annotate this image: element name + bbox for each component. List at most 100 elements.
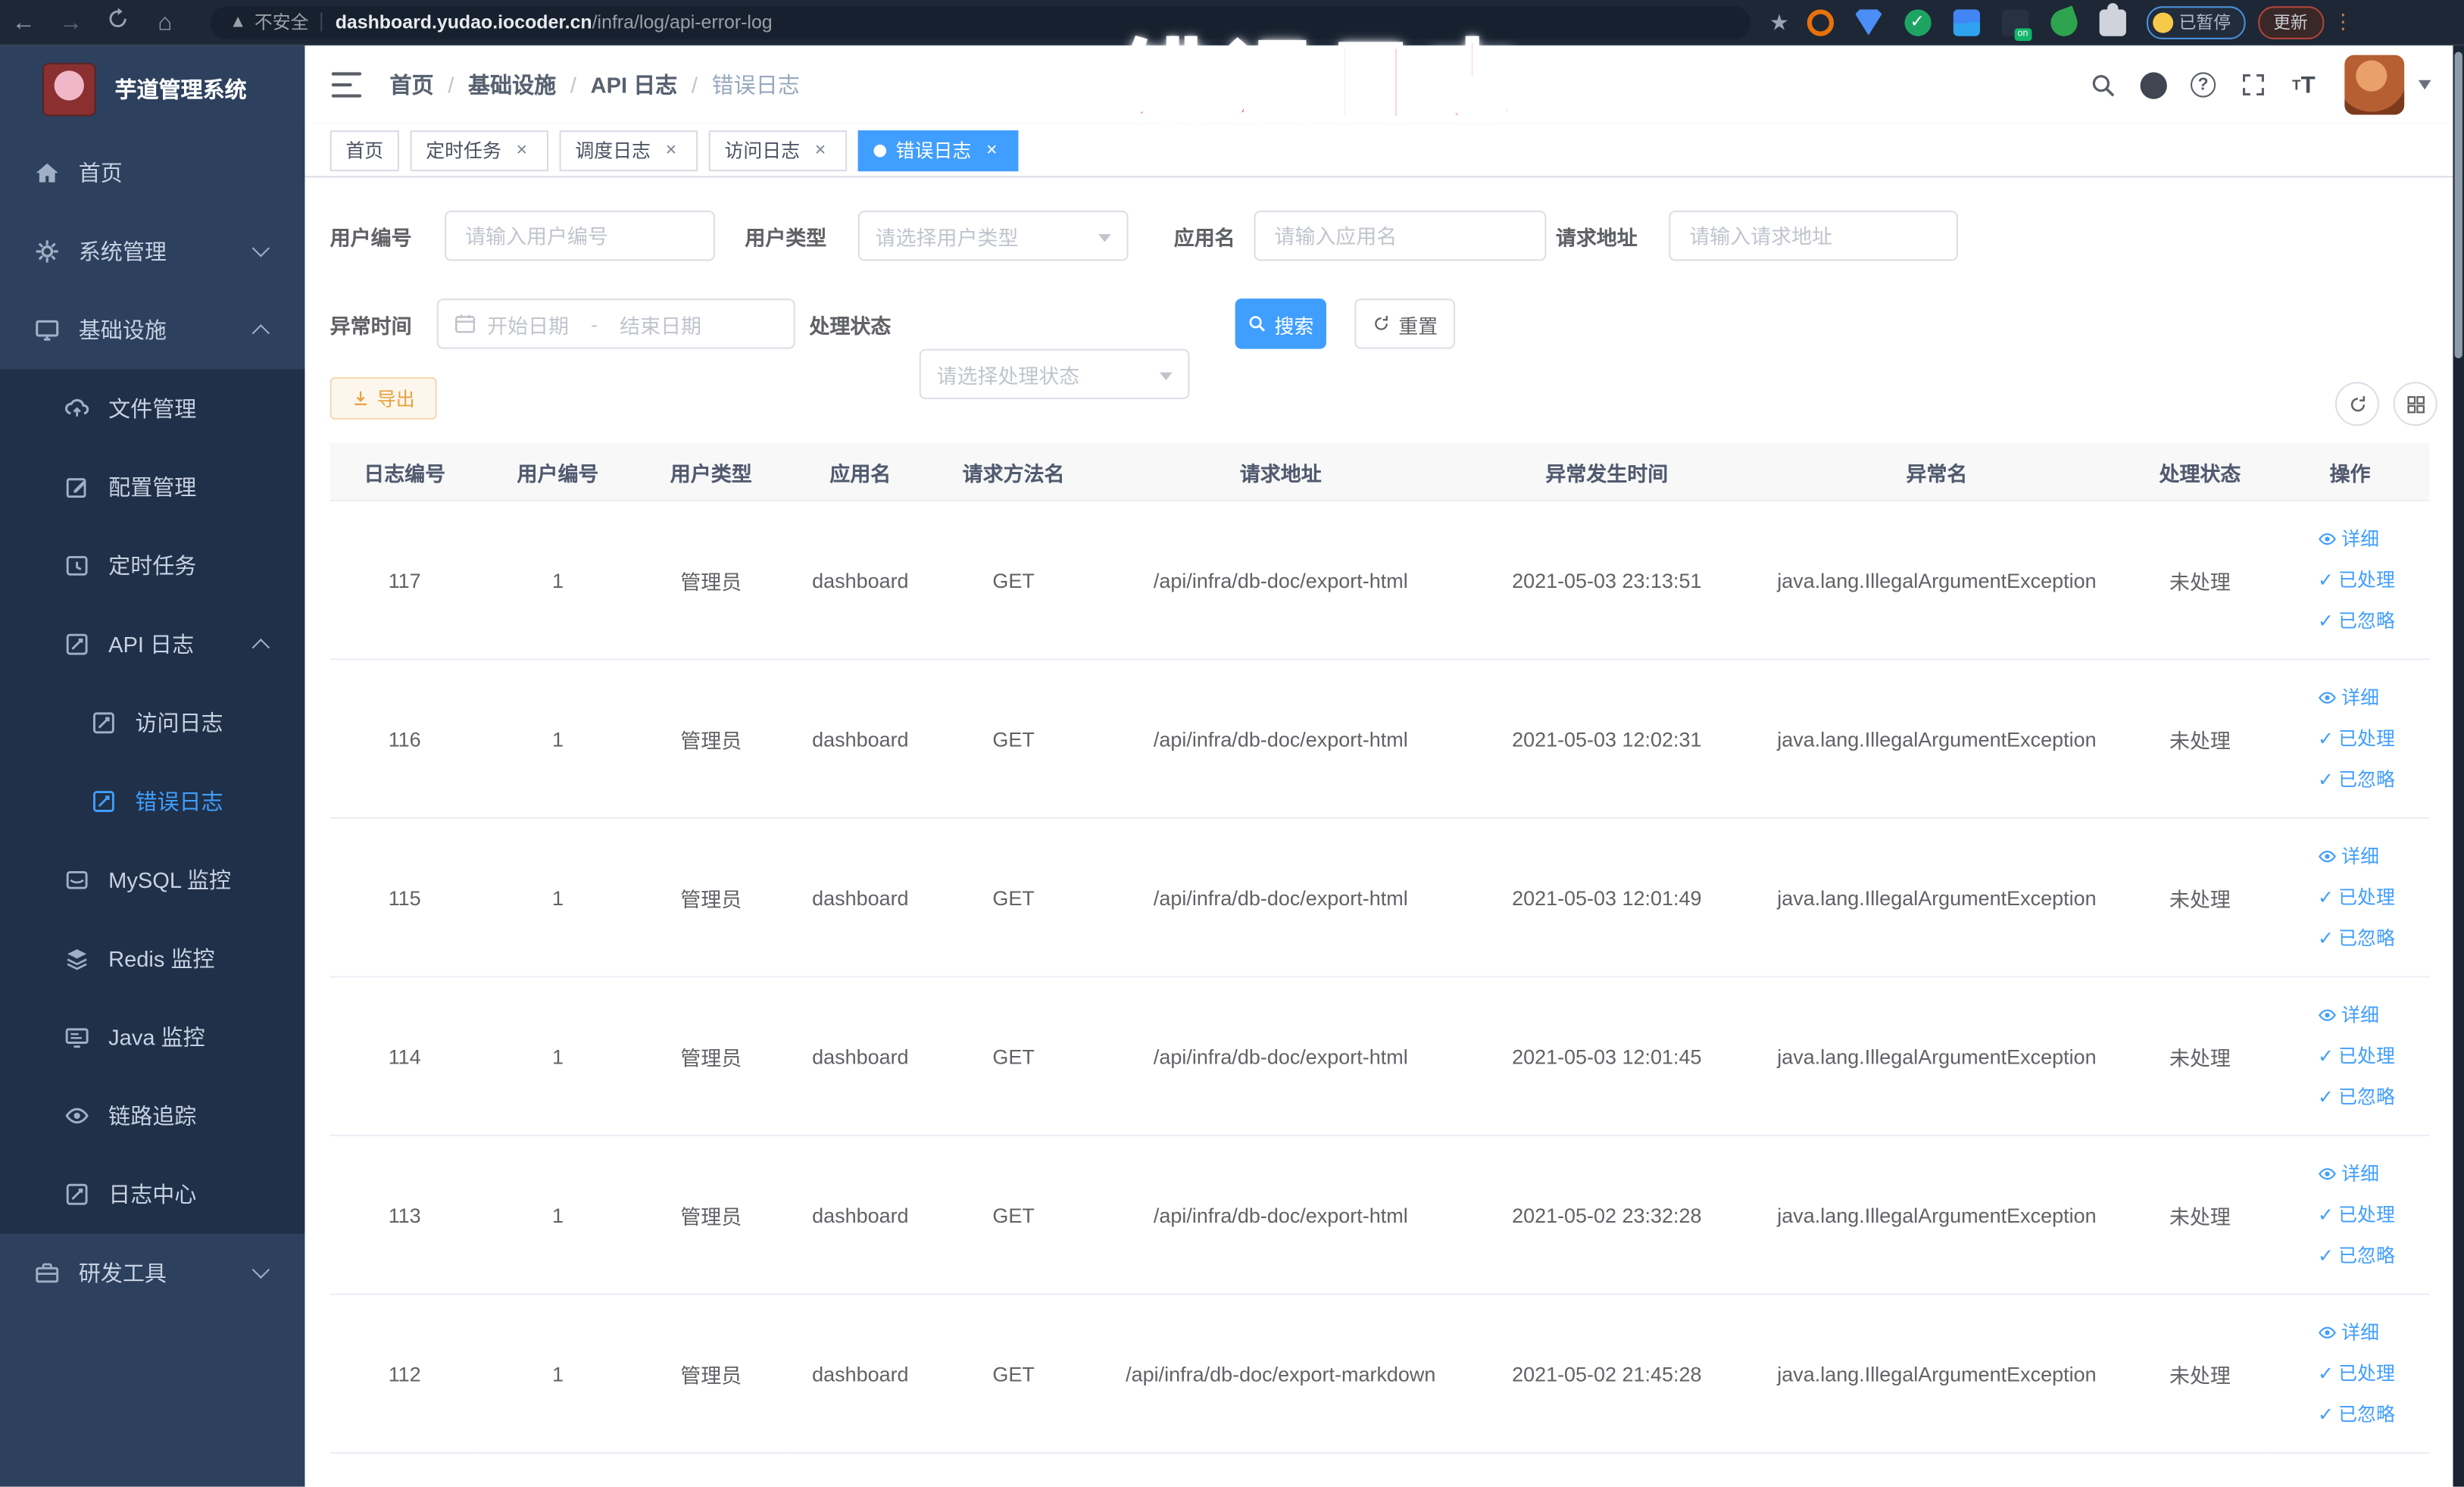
sidebar-item-api-log[interactable]: API 日志: [0, 605, 304, 684]
refresh-table-button[interactable]: [2334, 382, 2379, 426]
detail-link[interactable]: 详细: [2277, 519, 2423, 560]
search-icon[interactable]: [2085, 67, 2120, 102]
ignored-link[interactable]: ✓ 已忽略: [2277, 1076, 2423, 1117]
reset-button[interactable]: 重置: [1354, 298, 1456, 349]
cell-request-url: /api/infra/db-doc/export-html: [1091, 500, 1469, 661]
sidebar-item-error-log[interactable]: 错误日志: [0, 762, 304, 841]
check-icon: ✓: [2318, 1245, 2334, 1267]
address-bar[interactable]: ▲ 不安全 dashboard.yudao.iocoder.cn /infra/…: [210, 5, 1751, 39]
user-id-input[interactable]: [445, 210, 715, 261]
user-id-label: 用户编号: [329, 225, 412, 249]
browser-update-button[interactable]: 更新: [2257, 5, 2324, 39]
ignored-link[interactable]: ✓ 已忽略: [2277, 1236, 2423, 1276]
breadcrumb-api-log[interactable]: API 日志: [591, 69, 678, 100]
processed-link[interactable]: ✓ 已处理: [2277, 718, 2423, 759]
github-icon[interactable]: [2135, 67, 2170, 102]
sidebar-item-devtools[interactable]: 研发工具: [0, 1234, 304, 1313]
processed-link[interactable]: ✓ 已处理: [2277, 877, 2423, 918]
detail-link[interactable]: 详细: [2277, 995, 2423, 1036]
app-name-input[interactable]: [1254, 210, 1547, 261]
close-tab-icon[interactable]: ×: [981, 139, 1003, 161]
tab-schedule-log[interactable]: 调度日志 ×: [559, 130, 698, 171]
sidebar-item-access-log[interactable]: 访问日志: [0, 683, 304, 762]
browser-menu-icon[interactable]: ⋮: [2333, 9, 2353, 34]
chevron-down-icon: [251, 1261, 270, 1279]
forward-icon[interactable]: →: [47, 8, 94, 35]
home-browser-icon[interactable]: ⌂: [142, 8, 189, 35]
error-log-table: 日志编号 用户编号 用户类型 应用名 请求方法名 请求地址 异常发生时间 异常名…: [329, 443, 2430, 1454]
cell-method: GET: [935, 659, 1092, 819]
detail-link[interactable]: 详细: [2277, 677, 2423, 718]
browser-extensions-area: ★ ✓ on 已暂停 更新 ⋮: [1769, 2, 2363, 40]
processed-link[interactable]: ✓ 已处理: [2277, 1353, 2423, 1394]
sidebar-item-home[interactable]: 首页: [0, 133, 304, 212]
detail-link[interactable]: 详细: [2277, 836, 2423, 877]
column-settings-button[interactable]: [2393, 382, 2437, 426]
sidebar-item-redis[interactable]: Redis 监控: [0, 920, 304, 998]
cell-status: 未处理: [2129, 976, 2271, 1136]
extension-switch-icon[interactable]: on: [2001, 8, 2031, 40]
sidebar-item-file[interactable]: 文件管理: [0, 370, 304, 448]
extension-leaf-icon[interactable]: [2046, 5, 2081, 39]
error-log-icon: [91, 789, 116, 814]
date-range-picker[interactable]: 开始日期 - 结束日期: [436, 298, 795, 349]
cell-request-url: /api/infra/db-doc/export-markdown: [1091, 1294, 1469, 1454]
sidebar-item-log-center[interactable]: 日志中心: [0, 1155, 304, 1234]
tab-access-log[interactable]: 访问日志 ×: [708, 130, 848, 171]
back-icon[interactable]: ←: [0, 8, 47, 35]
processed-link[interactable]: ✓ 已处理: [2277, 1036, 2423, 1076]
close-tab-icon[interactable]: ×: [810, 139, 832, 161]
tab-job[interactable]: 定时任务 ×: [410, 130, 549, 171]
sidebar-item-trace[interactable]: 链路追踪: [0, 1076, 304, 1155]
extension-check-icon[interactable]: ✓: [1903, 8, 1931, 36]
sidebar-item-mysql[interactable]: MySQL 监控: [0, 841, 304, 920]
processed-link[interactable]: ✓ 已处理: [2277, 1195, 2423, 1236]
close-tab-icon[interactable]: ×: [511, 139, 532, 161]
avatar-caret-icon[interactable]: [2418, 80, 2431, 90]
breadcrumb-infra[interactable]: 基础设施: [468, 69, 556, 100]
export-button[interactable]: 导出: [329, 376, 437, 420]
table-row: 117 1 管理员 dashboard GET/api/infra/db-doc/exp…: [329, 500, 2430, 661]
sidebar-item-job[interactable]: 定时任务: [0, 526, 304, 605]
process-status-select[interactable]: 请选择处理状态: [919, 348, 1190, 399]
sidebar-item-infra[interactable]: 基础设施: [0, 291, 304, 370]
logo[interactable]: 芋道管理系统: [0, 45, 304, 133]
request-url-input[interactable]: [1669, 210, 1958, 261]
sidebar-item-config[interactable]: 配置管理: [0, 448, 304, 526]
user-avatar[interactable]: [2344, 55, 2405, 115]
reload-icon[interactable]: [94, 8, 141, 36]
check-icon: ✓: [2318, 727, 2334, 750]
help-icon[interactable]: ?: [2186, 67, 2221, 102]
extension-orange-icon[interactable]: [1806, 8, 1834, 36]
toolbox-icon: [35, 1261, 60, 1286]
tab-error-log[interactable]: 错误日志 ×: [857, 130, 1019, 171]
font-size-icon[interactable]: TT: [2287, 67, 2322, 102]
detail-link[interactable]: 详细: [2277, 1312, 2423, 1353]
hamburger-icon[interactable]: [331, 72, 363, 98]
cell-exception-time: 2021-05-03 12:01:49: [1469, 817, 1744, 978]
processed-link[interactable]: ✓ 已处理: [2277, 560, 2423, 601]
ignored-link[interactable]: ✓ 已忽略: [2277, 601, 2423, 642]
search-button[interactable]: 搜索: [1235, 298, 1326, 349]
extension-grid-icon[interactable]: [1952, 8, 1980, 36]
user-type-select[interactable]: 请选择用户类型: [857, 210, 1129, 261]
cell-request-url: /api/infra/db-doc/export-html: [1091, 1135, 1469, 1295]
close-tab-icon[interactable]: ×: [660, 139, 682, 161]
ignored-link[interactable]: ✓ 已忽略: [2277, 918, 2423, 959]
sidebar-item-java[interactable]: Java 监控: [0, 998, 304, 1076]
navbar-tools: ? TT: [2078, 45, 2431, 124]
sidebar-item-system[interactable]: 系统管理: [0, 212, 304, 291]
extension-shield-icon[interactable]: [1855, 8, 1882, 36]
ignored-link[interactable]: ✓ 已忽略: [2277, 759, 2423, 800]
cell-app-name: dashboard: [785, 817, 935, 978]
paused-badge[interactable]: 已暂停: [2146, 5, 2245, 39]
tab-home[interactable]: 首页: [329, 130, 399, 171]
extensions-puzzle-icon[interactable]: [2098, 2, 2126, 36]
breadcrumb-home[interactable]: 首页: [390, 69, 434, 100]
scrollbar-thumb[interactable]: [2454, 52, 2462, 359]
detail-link[interactable]: 详细: [2277, 1154, 2423, 1195]
bookmark-star-icon[interactable]: ★: [1769, 8, 1789, 35]
check-icon: ✓: [2318, 1086, 2334, 1108]
ignored-link[interactable]: ✓ 已忽略: [2277, 1394, 2423, 1435]
fullscreen-icon[interactable]: [2236, 67, 2271, 102]
